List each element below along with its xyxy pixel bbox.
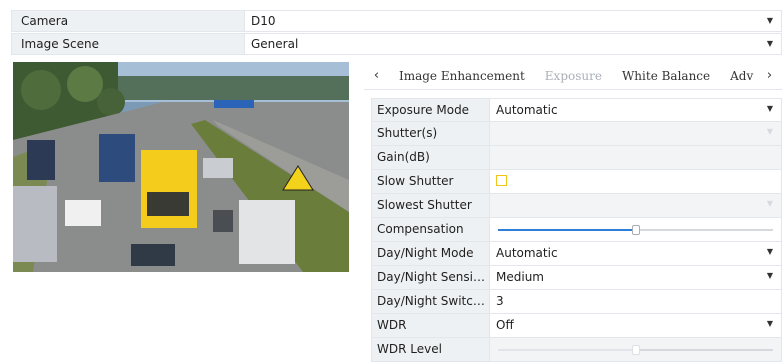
shutter-row: Shutter(s) ▼ bbox=[371, 122, 782, 146]
slow-shutter-checkbox[interactable] bbox=[496, 175, 507, 186]
compensation-row: Compensation bbox=[371, 218, 782, 242]
chevron-down-icon: ▼ bbox=[766, 247, 773, 256]
exposure-mode-label: Exposure Mode bbox=[372, 99, 489, 121]
camera-preview-image bbox=[13, 62, 349, 272]
compensation-cell bbox=[489, 218, 781, 241]
compensation-label: Compensation bbox=[372, 218, 489, 241]
slowest-shutter-label: Slowest Shutter bbox=[372, 194, 489, 217]
exposure-mode-value: Automatic bbox=[496, 103, 558, 117]
chevron-down-icon: ▼ bbox=[766, 127, 773, 136]
image-scene-label: Image Scene bbox=[12, 34, 244, 54]
gain-row: Gain(dB) bbox=[371, 146, 782, 170]
day-night-sensitivity-label: Day/Night Sensiti... bbox=[372, 266, 489, 289]
day-night-mode-select[interactable]: Automatic ▼ bbox=[489, 242, 781, 265]
compensation-slider-handle[interactable] bbox=[631, 225, 640, 235]
chevron-down-icon: ▼ bbox=[766, 39, 773, 48]
compensation-slider[interactable] bbox=[498, 225, 773, 235]
tab-scroll-right-icon[interactable]: › bbox=[757, 68, 782, 83]
slow-shutter-label: Slow Shutter bbox=[372, 170, 489, 193]
tab-exposure[interactable]: Exposure bbox=[535, 63, 612, 89]
chevron-down-icon: ▼ bbox=[766, 199, 773, 208]
chevron-down-icon: ▼ bbox=[766, 271, 773, 280]
tab-scroll-left-icon[interactable]: ‹ bbox=[364, 68, 389, 83]
wdr-level-slider-fill bbox=[498, 349, 636, 351]
camera-label: Camera bbox=[12, 11, 244, 31]
wdr-level-slider bbox=[498, 345, 773, 355]
day-night-switch-label: Day/Night Switch... bbox=[372, 290, 489, 313]
shutter-select: ▼ bbox=[489, 122, 781, 145]
day-night-switch-input[interactable]: 3 bbox=[489, 290, 781, 313]
wdr-value: Off bbox=[496, 318, 514, 332]
gain-label: Gain(dB) bbox=[372, 146, 489, 169]
slow-shutter-cell bbox=[489, 170, 781, 193]
gain-field bbox=[489, 146, 781, 169]
wdr-level-row: WDR Level bbox=[371, 338, 782, 362]
camera-select[interactable]: D10 ▼ bbox=[244, 11, 781, 31]
camera-row: Camera D10 ▼ bbox=[11, 10, 782, 32]
exposure-mode-row: Exposure Mode Automatic ▼ bbox=[371, 98, 782, 122]
day-night-mode-row: Day/Night Mode Automatic ▼ bbox=[371, 242, 782, 266]
wdr-select[interactable]: Off ▼ bbox=[489, 314, 781, 337]
settings-tabbar: ‹ Image Enhancement Exposure White Balan… bbox=[364, 62, 782, 90]
exposure-settings-panel: Exposure Mode Automatic ▼ Shutter(s) ▼ G… bbox=[371, 98, 782, 362]
image-scene-select[interactable]: General ▼ bbox=[244, 34, 781, 54]
wdr-level-slider-handle bbox=[631, 345, 640, 355]
chevron-down-icon: ▼ bbox=[766, 319, 773, 328]
slowest-shutter-row: Slowest Shutter ▼ bbox=[371, 194, 782, 218]
tab-image-enhancement[interactable]: Image Enhancement bbox=[389, 63, 535, 89]
tab-white-balance[interactable]: White Balance bbox=[612, 63, 720, 89]
wdr-level-cell bbox=[489, 338, 781, 361]
chevron-down-icon: ▼ bbox=[766, 16, 773, 25]
slow-shutter-row: Slow Shutter bbox=[371, 170, 782, 194]
shutter-label: Shutter(s) bbox=[372, 122, 489, 145]
day-night-switch-row: Day/Night Switch... 3 bbox=[371, 290, 782, 314]
camera-value: D10 bbox=[251, 14, 276, 28]
image-scene-row: Image Scene General ▼ bbox=[11, 33, 782, 55]
compensation-slider-fill bbox=[498, 229, 636, 231]
day-night-sensitivity-value: Medium bbox=[496, 270, 544, 284]
highway-scene-image bbox=[13, 62, 349, 272]
day-night-sensitivity-select[interactable]: Medium ▼ bbox=[489, 266, 781, 289]
chevron-down-icon: ▼ bbox=[766, 104, 773, 113]
day-night-mode-label: Day/Night Mode bbox=[372, 242, 489, 265]
day-night-sensitivity-row: Day/Night Sensiti... Medium ▼ bbox=[371, 266, 782, 290]
tab-advanced[interactable]: Adv bbox=[720, 63, 757, 89]
image-scene-value: General bbox=[251, 37, 299, 51]
wdr-level-label: WDR Level bbox=[372, 338, 489, 361]
wdr-label: WDR bbox=[372, 314, 489, 337]
slowest-shutter-select: ▼ bbox=[489, 194, 781, 217]
wdr-row: WDR Off ▼ bbox=[371, 314, 782, 338]
day-night-mode-value: Automatic bbox=[496, 246, 558, 260]
day-night-switch-value: 3 bbox=[496, 294, 504, 308]
exposure-mode-select[interactable]: Automatic ▼ bbox=[489, 99, 781, 121]
